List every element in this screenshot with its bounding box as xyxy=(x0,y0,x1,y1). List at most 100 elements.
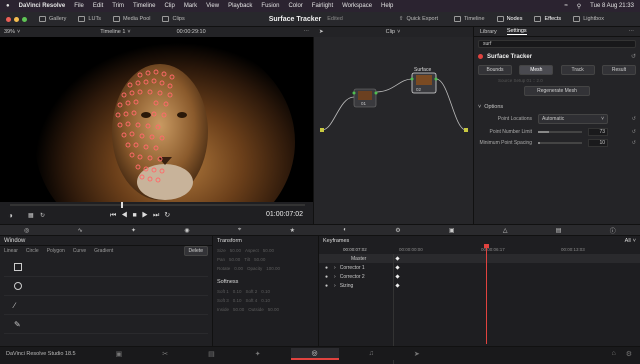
chevron-right-icon[interactable]: › xyxy=(334,265,336,271)
viewer[interactable] xyxy=(0,37,313,202)
deliver-page-icon[interactable]: ➤ xyxy=(414,350,420,358)
keyframe-track-master[interactable]: Master xyxy=(319,254,640,263)
chevron-down-icon[interactable]: ˅ xyxy=(127,29,130,35)
mesh-button[interactable]: Mesh xyxy=(519,65,554,75)
keyframe-track-corrector2[interactable]: ● › Corrector 2 xyxy=(319,272,640,281)
soft4-value[interactable]: 0.10 xyxy=(261,298,270,303)
keyframe-playhead[interactable] xyxy=(486,246,487,344)
result-button[interactable]: Result xyxy=(601,65,636,75)
menu-fusion[interactable]: Fusion xyxy=(261,3,279,9)
cut-page-icon[interactable]: ✂ xyxy=(162,350,168,358)
viewer-mode-icon[interactable]: ◑ xyxy=(8,211,13,220)
menu-playback[interactable]: Playback xyxy=(228,3,252,9)
loop-icon[interactable]: ↻ xyxy=(40,212,45,219)
color-page-icon[interactable]: ◎ xyxy=(290,347,339,360)
chevron-right-icon[interactable]: › xyxy=(334,274,336,280)
mute-icon[interactable]: ▦ xyxy=(28,212,34,219)
window-row-circle[interactable] xyxy=(4,277,208,296)
effects-button[interactable]: Effects xyxy=(528,16,567,22)
menu-workspace[interactable]: Workspace xyxy=(342,3,372,9)
apple-icon[interactable]: ● xyxy=(6,3,10,9)
gear-icon[interactable]: ⚙ xyxy=(626,350,632,358)
zoom-select[interactable]: 39% xyxy=(4,29,15,35)
menu-help[interactable]: Help xyxy=(381,3,393,9)
window-gradient-button[interactable]: Gradient xyxy=(94,248,113,254)
input-node-icon[interactable] xyxy=(320,128,324,132)
menu-edit[interactable]: Edit xyxy=(93,3,103,9)
point-locations-select[interactable]: Automatic ˅ xyxy=(538,114,608,124)
reset-icon[interactable]: ↺ xyxy=(632,129,636,135)
search-input[interactable]: surf xyxy=(478,40,636,48)
chevron-down-icon[interactable]: ˅ xyxy=(478,104,481,110)
scopes-icon[interactable]: ▤ xyxy=(556,227,562,234)
fusion-page-icon[interactable]: ✦ xyxy=(255,350,261,358)
soft1-value[interactable]: 0.10 xyxy=(233,289,242,294)
search-icon[interactable]: ⚲ xyxy=(577,3,581,10)
node-02[interactable] xyxy=(410,72,438,94)
minimize-window-button[interactable] xyxy=(14,16,19,22)
inside-value[interactable]: 50.00 xyxy=(233,307,244,312)
size-value[interactable]: 50.00 xyxy=(230,248,241,253)
quick-export-button[interactable]: ⇧ Quick Export xyxy=(393,16,444,22)
media-page-icon[interactable]: ▣ xyxy=(116,350,123,358)
qualifier-icon[interactable]: ✦ xyxy=(131,227,136,234)
tracker-icon[interactable]: ⌖ xyxy=(238,227,241,234)
point-number-slider[interactable] xyxy=(538,131,582,133)
eye-icon[interactable]: ● xyxy=(325,283,328,289)
close-window-button[interactable] xyxy=(6,16,11,22)
menu-timeline[interactable]: Timeline xyxy=(133,3,155,9)
menu-clip[interactable]: Clip xyxy=(164,3,174,9)
tilt-value[interactable]: 50.00 xyxy=(254,257,265,262)
menu-fairlight[interactable]: Fairlight xyxy=(312,3,333,9)
menu-color[interactable]: Color xyxy=(288,3,302,9)
menu-mark[interactable]: Mark xyxy=(184,3,197,9)
keyframe-track-sizing[interactable]: ● › Sizing xyxy=(319,281,640,290)
maximize-window-button[interactable] xyxy=(22,16,27,22)
3d-icon[interactable]: △ xyxy=(503,227,508,234)
menu-file[interactable]: File xyxy=(74,3,84,9)
chevron-down-icon[interactable]: ˅ xyxy=(397,29,400,35)
chevron-right-icon[interactable]: › xyxy=(334,283,336,289)
eye-icon[interactable]: ● xyxy=(325,265,328,271)
window-polygon-button[interactable]: Polygon xyxy=(47,248,65,254)
info-icon[interactable]: ⓘ xyxy=(610,226,616,235)
window-icon[interactable]: ◉ xyxy=(184,227,189,234)
tab-library[interactable]: Library xyxy=(480,29,497,35)
min-point-spacing-input[interactable]: 10 xyxy=(588,139,608,147)
timeline-name[interactable]: Timeline 1 xyxy=(100,29,125,35)
playhead-handle[interactable] xyxy=(484,244,489,248)
nodes-button[interactable]: Nodes xyxy=(491,16,529,22)
tab-settings[interactable]: Settings xyxy=(506,28,527,35)
clips-button[interactable]: Clips xyxy=(156,16,190,22)
window-row-curve[interactable]: ✎ xyxy=(4,315,208,334)
timeline-button[interactable]: Timeline xyxy=(448,16,491,22)
delete-window-button[interactable]: Delete xyxy=(183,246,208,256)
window-row-polygon[interactable]: ∕ xyxy=(4,296,208,315)
point-number-limit-input[interactable]: 73 xyxy=(588,128,608,136)
sizing-icon[interactable]: ▣ xyxy=(449,227,455,234)
keyframe-track-corrector1[interactable]: ● › Corrector 1 xyxy=(319,263,640,272)
eye-icon[interactable]: ● xyxy=(325,274,328,280)
menu-view[interactable]: View xyxy=(206,3,219,9)
window-row-linear[interactable] xyxy=(4,258,208,277)
keyframe-filter-select[interactable]: All xyxy=(625,238,631,244)
media-pool-button[interactable]: Media Pool xyxy=(107,16,157,22)
chevron-down-icon[interactable]: ˅ xyxy=(633,238,636,244)
reset-icon[interactable]: ↺ xyxy=(631,53,636,60)
menu-app-name[interactable]: DaVinci Resolve xyxy=(19,3,66,9)
menu-clock[interactable]: Tue 8 Aug 21:33 xyxy=(590,3,634,10)
soft2-value[interactable]: 0.10 xyxy=(261,289,270,294)
blur-icon[interactable]: ◐ xyxy=(343,227,347,233)
scrubber-handle[interactable] xyxy=(121,202,123,208)
reset-icon[interactable]: ↺ xyxy=(632,116,636,122)
node-editor[interactable]: 01 Surface 02 xyxy=(313,37,473,224)
luts-button[interactable]: LUTs xyxy=(72,16,107,22)
pan-value[interactable]: 50.00 xyxy=(229,257,240,262)
home-icon[interactable]: ⌂ xyxy=(611,350,615,357)
curves-icon[interactable]: ∿ xyxy=(78,227,83,234)
regenerate-mesh-button[interactable]: Regenerate Mesh xyxy=(524,86,590,96)
point-spacing-slider[interactable] xyxy=(538,142,582,144)
bounds-button[interactable]: Bounds xyxy=(478,65,512,75)
soft3-value[interactable]: 0.10 xyxy=(233,298,242,303)
node-mode-select[interactable]: Clip xyxy=(386,29,395,35)
